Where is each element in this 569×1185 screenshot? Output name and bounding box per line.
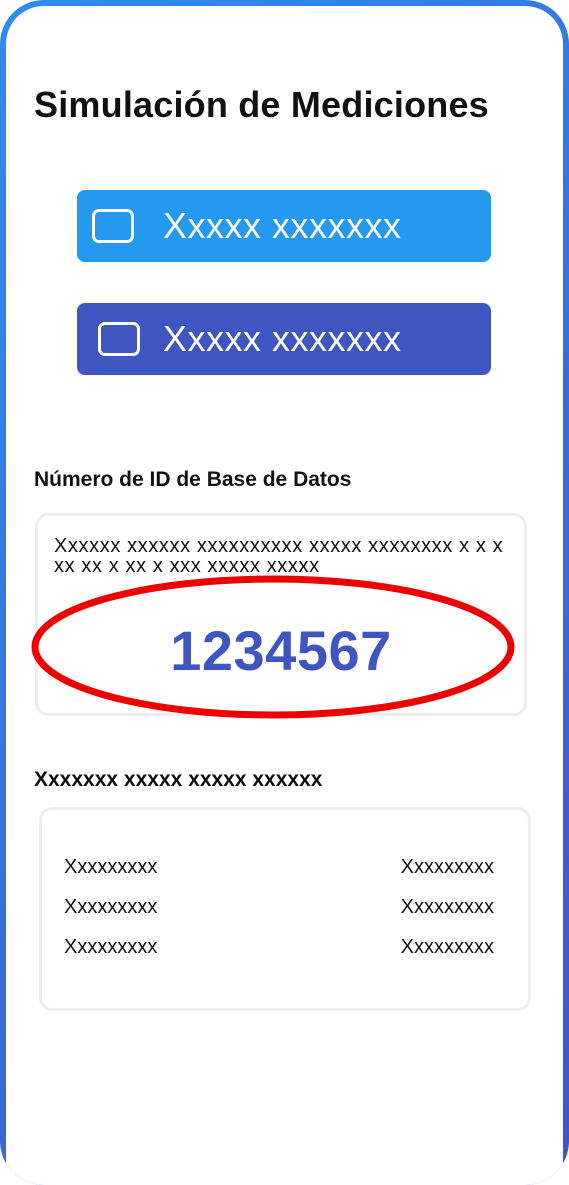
nav-item-2[interactable]: Xxxxxxxxxx [135,1063,215,1185]
square-icon [370,1091,419,1129]
nav-item-label: Xxxxxxxxxx [474,1134,534,1145]
details-heading: Xxxxxxx xxxxx xxxxx xxxxxx [34,768,323,791]
phone-frame: Simulación de Mediciones Xxxxx xxxxxxx X… [0,0,569,1185]
nav-item-5[interactable]: Xxxxxxxxxx [464,1063,544,1185]
page-title: Simulación de Mediciones [34,84,489,125]
database-id-number: 1234567 [170,619,392,682]
nav-item-label: Xxxxxxxxxx [255,1134,314,1145]
secondary-action-button[interactable]: Xxxxx xxxxxxx [77,303,491,375]
nav-item-3[interactable]: Xxxxxxxxxx [244,1063,324,1185]
database-id-heading: Número de ID de Base de Datos [34,468,352,491]
square-icon [40,1091,89,1129]
square-icon [150,1091,199,1129]
list-item-left: Xxxxxxxxx [64,896,158,918]
bottom-navigation: Xxxxxxxxxx Xxxxxxxxxx Xxxxxxxxxx Xxxxxxx… [0,1063,569,1185]
details-card: Xxxxxxxxx Xxxxxxxxx Xxxxxxxxx Xxxxxxxxx … [42,810,528,1008]
nav-item-label: Xxxxxxxxxx [35,1134,95,1145]
list-item-left: Xxxxxxxxx [64,856,158,878]
primary-action-button[interactable]: Xxxxx xxxxxxx [77,190,491,262]
primary-action-label: Xxxxx xxxxxxx [163,205,402,246]
square-icon [480,1091,529,1129]
list-item-left: Xxxxxxxxx [64,936,158,958]
square-icon [98,322,140,356]
list-item-right: Xxxxxxxxx [400,896,494,918]
database-id-card: Xxxxxx xxxxxx xxxxxxxxxx xxxxx xxxxxxxx … [38,516,524,713]
nav-item-4[interactable]: Xxxxxxxxxx [354,1063,434,1185]
nav-item-label: Xxxxxxxxxx [364,1134,424,1145]
list-item-right: Xxxxxxxxx [400,856,494,878]
secondary-action-label: Xxxxx xxxxxxx [163,318,402,359]
nav-item-label: Xxxxxxxxxx [145,1134,205,1145]
database-id-description: Xxxxxx xxxxxx xxxxxxxxxx xxxxx xxxxxxxx … [54,536,504,577]
square-icon [260,1091,309,1129]
list-item-right: Xxxxxxxxx [400,936,494,958]
list-item: Xxxxxxxxx Xxxxxxxxx [64,896,494,920]
list-item: Xxxxxxxxx Xxxxxxxxx [64,936,494,960]
app-screen: Simulación de Mediciones Xxxxx xxxxxxx X… [6,6,563,1185]
square-icon [92,209,134,243]
list-item: Xxxxxxxxx Xxxxxxxxx [64,856,494,880]
nav-item-1[interactable]: Xxxxxxxxxx [25,1063,105,1185]
